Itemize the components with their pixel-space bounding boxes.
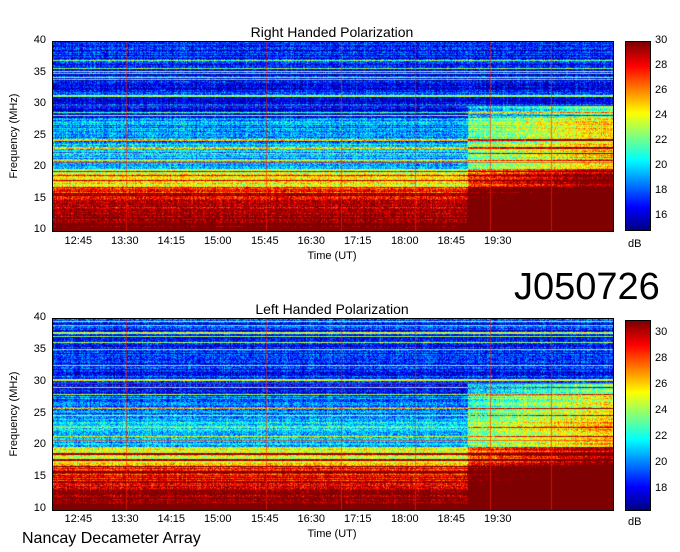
x-axis-label-left: Time (UT) [307, 528, 357, 540]
y-tick-label: 25 [33, 128, 46, 141]
y-tick-label: 30 [33, 97, 46, 109]
colorbar-tick-label: 28 [655, 352, 668, 365]
x-tick-label: 13:30 [111, 235, 139, 247]
x-tick-label: 15:00 [203, 235, 232, 247]
colorbar-tick-label: 26 [655, 84, 668, 97]
y-tick-label: 20 [33, 438, 46, 451]
y-tick-label: 30 [33, 374, 46, 387]
colorbar-tick-label: 16 [655, 209, 668, 222]
x-tick-label: 18:00 [391, 513, 419, 525]
colorbar-right [625, 41, 651, 231]
x-tick-label: 19:30 [483, 513, 512, 525]
colorbar-tick-label: 24 [655, 404, 668, 417]
x-tick-label: 12:45 [64, 513, 93, 525]
x-tick-label: 12:45 [64, 235, 93, 247]
x-tick-label: 18:45 [437, 513, 466, 525]
x-tick-label: 15:45 [251, 513, 279, 525]
x-tick-label: 14:15 [157, 235, 186, 247]
x-tick-label: 15:00 [203, 513, 232, 525]
spectrogram-left [52, 318, 614, 511]
colorbar-tick-label: 30 [655, 34, 668, 46]
x-tick-label: 18:00 [391, 235, 419, 247]
x-axis-label-right: Time (UT) [307, 250, 357, 262]
y-tick-label: 40 [33, 34, 46, 46]
x-tick-label: 13:30 [111, 513, 139, 525]
x-tick-label: 19:30 [483, 235, 512, 247]
x-tick-label: 16:30 [297, 235, 326, 247]
colorbar-tick-label: 22 [655, 134, 668, 147]
y-tick-label: 10 [33, 223, 46, 235]
x-tick-label: 17:15 [343, 513, 372, 525]
colorbar-tick-label: 18 [655, 184, 668, 197]
x-tick-label: 14:15 [157, 513, 186, 525]
panel-title-left: Left Handed Polarization [255, 301, 409, 317]
colorbar-tick-label: 18 [655, 482, 668, 495]
y-tick-label: 10 [33, 502, 46, 514]
footer-label: Nancay Decameter Array [22, 530, 201, 547]
y-tick-label: 25 [33, 406, 46, 419]
colorbar-tick-label: 22 [655, 430, 668, 443]
spectrogram-right [52, 41, 614, 232]
y-tick-label: 15 [33, 470, 46, 483]
x-tick-label: 17:15 [343, 235, 372, 247]
y-tick-label: 35 [33, 342, 46, 355]
colorbar-label-right: dB [628, 238, 642, 250]
y-tick-label: 40 [33, 311, 46, 323]
y-tick-label: 15 [33, 191, 46, 204]
colorbar-label-left: dB [628, 516, 642, 528]
y-tick-label: 20 [33, 160, 46, 172]
colorbar-left [625, 320, 651, 511]
colorbar-tick-label: 26 [655, 378, 668, 391]
colorbar-tick-label: 30 [655, 326, 668, 339]
x-tick-label: 18:45 [437, 235, 466, 247]
colorbar-tick-label: 20 [655, 456, 668, 469]
x-tick-label: 16:30 [297, 513, 326, 525]
colorbar-tick-label: 24 [655, 109, 668, 122]
x-tick-label: 15:45 [251, 235, 279, 247]
panel-title-right: Right Handed Polarization [250, 24, 414, 40]
y-tick-label: 35 [33, 65, 46, 78]
colorbar-tick-label: 28 [655, 59, 668, 72]
colorbar-tick-label: 20 [655, 159, 668, 172]
